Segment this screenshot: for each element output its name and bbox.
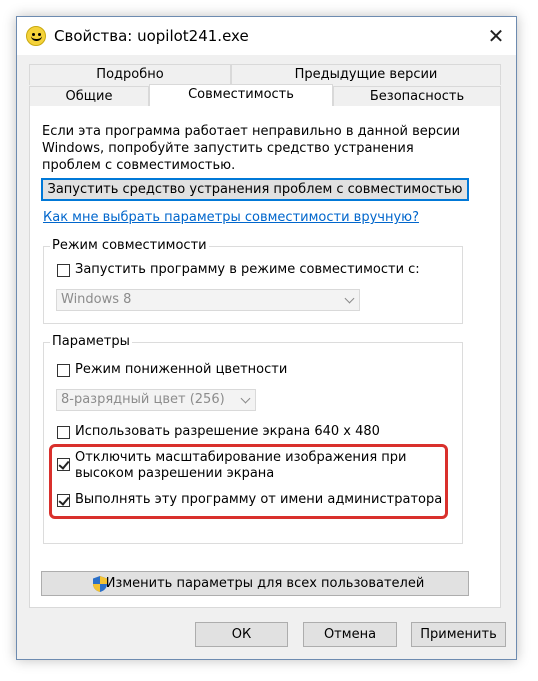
chevron-down-icon: [344, 293, 355, 304]
res-640-checkbox[interactable]: [57, 426, 70, 439]
cancel-button[interactable]: Отмена: [303, 622, 397, 647]
change-all-users-label: Изменить параметры для всех пользователе…: [105, 576, 425, 591]
color-depth-value: 8-разрядный цвет (256): [61, 392, 225, 407]
intro-text: Если эта программа работает неправильно …: [42, 124, 461, 173]
apply-button[interactable]: Применить: [411, 622, 506, 647]
chevron-down-icon: [240, 393, 251, 404]
parameters-legend: Параметры: [50, 334, 132, 349]
tab-details[interactable]: Подробно: [29, 64, 231, 85]
compat-mode-label: Запустить программу в режиме совместимос…: [75, 262, 420, 277]
compat-mode-legend: Режим совместимости: [50, 238, 209, 253]
annotation-highlight-box: [49, 444, 448, 519]
compat-mode-group: [43, 246, 463, 324]
ok-button[interactable]: ОК: [195, 622, 288, 647]
tab-compatibility[interactable]: Совместимость: [149, 84, 333, 107]
run-troubleshooter-button[interactable]: Запустить средство устранения проблем с …: [41, 178, 469, 201]
reduced-color-label: Режим пониженной цветности: [75, 362, 288, 377]
color-depth-select[interactable]: 8-разрядный цвет (256): [56, 389, 256, 411]
smiley-app-icon: [26, 26, 46, 46]
os-version-value: Windows 8: [61, 292, 132, 307]
tab-general[interactable]: Общие: [29, 86, 149, 107]
close-icon[interactable]: ✕: [479, 21, 513, 51]
title-bar: Свойства: uopilot241.exe ✕: [17, 17, 516, 55]
tab-security[interactable]: Безопасность: [333, 86, 501, 107]
compat-mode-checkbox[interactable]: [57, 264, 70, 277]
tab-previous-versions[interactable]: Предыдущие версии: [231, 64, 501, 85]
window-title: Свойства: uopilot241.exe: [54, 27, 249, 45]
os-version-select[interactable]: Windows 8: [56, 289, 360, 311]
manual-settings-link[interactable]: Как мне выбрать параметры совместимости …: [43, 210, 419, 225]
res-640-label: Использовать разрешение экрана 640 x 480: [75, 424, 380, 439]
change-all-users-button[interactable]: Изменить параметры для всех пользователе…: [41, 571, 469, 596]
reduced-color-checkbox[interactable]: [57, 364, 70, 377]
